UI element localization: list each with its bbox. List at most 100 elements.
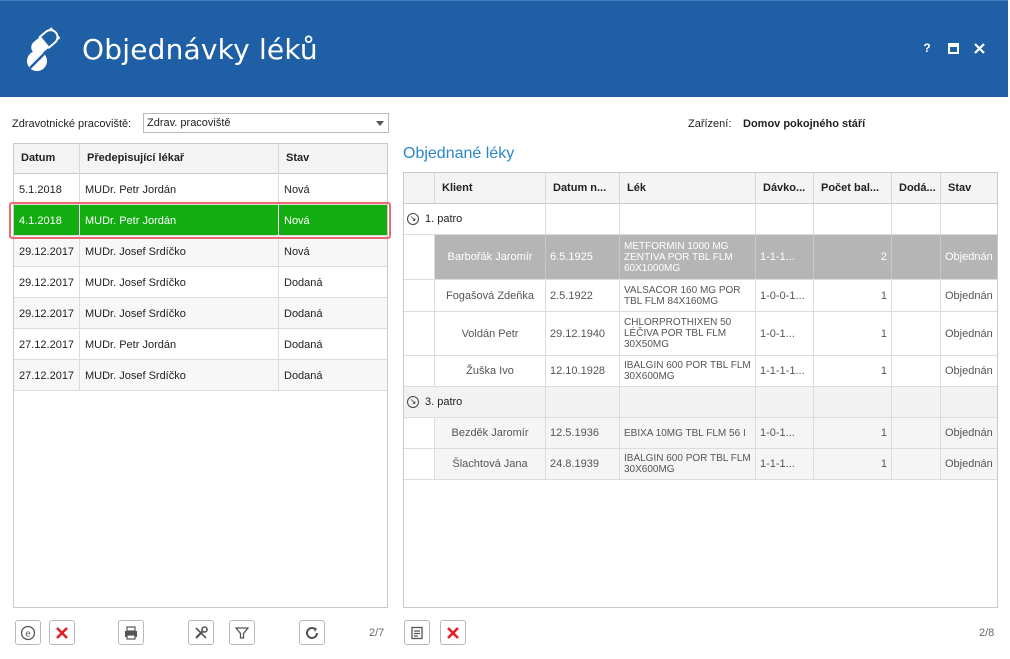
group-cell <box>814 387 892 417</box>
tools-icon <box>195 625 208 639</box>
pills-logo-icon <box>27 27 61 71</box>
collapse-icon[interactable]: ↘ <box>407 213 419 225</box>
close-button[interactable] <box>972 41 986 55</box>
column-header-lekar[interactable]: Předepisující lékař <box>80 144 279 174</box>
group-row[interactable]: ↘ 1. patro <box>404 204 997 235</box>
group-cell <box>892 387 941 417</box>
cell-status: Dodaná <box>284 370 323 382</box>
group-label[interactable]: ↘ 3. patro <box>404 387 546 417</box>
table-row[interactable]: 29.12.2017 MUDr. Josef Srdíčko Dodaná <box>14 267 387 298</box>
cell-dose: 1-1-1... <box>756 449 814 479</box>
column-header-stav[interactable]: Stav <box>941 173 997 204</box>
cell-delivered <box>892 235 941 279</box>
cell-date: 29.12.2017 <box>14 236 80 266</box>
column-header-indent <box>404 173 435 204</box>
maximize-button[interactable] <box>946 41 960 55</box>
cell-delivered <box>892 449 941 479</box>
table-row-highlighted[interactable]: Barbořák Jaromír 6.5.1925 METFORMIN 1000… <box>404 235 997 280</box>
column-header-pocet-baleni[interactable]: Počet bal... <box>814 173 892 204</box>
column-header-stav[interactable]: Stav <box>279 144 387 174</box>
cell-status: Dodaná <box>284 339 323 351</box>
cell-birthdate: 29.12.1940 <box>546 312 620 355</box>
cell-doctor: MUDr. Josef Srdíčko <box>80 298 279 328</box>
group-row[interactable]: ↘ 3. patro <box>404 387 997 418</box>
cell-count: 2 <box>814 235 892 279</box>
cell-status: Objednán <box>945 289 993 302</box>
detail-button[interactable] <box>404 620 430 645</box>
cell-doctor: MUDr. Petr Jordán <box>80 329 279 359</box>
cell-count: 1 <box>814 418 892 448</box>
group-cell <box>620 204 756 234</box>
cell-client: Žuška Ivo <box>435 356 546 386</box>
column-header-klient[interactable]: Klient <box>435 173 546 204</box>
chevron-down-icon[interactable] <box>376 121 384 126</box>
pracoviste-select[interactable]: Zdrav. pracoviště <box>143 113 389 133</box>
cell-count: 1 <box>814 449 892 479</box>
cell-date: 29.12.2017 <box>14 298 80 328</box>
filter-button[interactable] <box>229 620 255 645</box>
group-cell <box>546 204 620 234</box>
column-header-dodano[interactable]: Dodá... <box>892 173 941 204</box>
cell-status: Nová <box>284 215 310 227</box>
indent-cell <box>404 356 435 386</box>
pracoviste-select-value: Zdrav. pracoviště <box>147 117 231 129</box>
cell-status: Objednán <box>945 365 993 377</box>
ordered-drugs-grid: Klient Datum n... Lék Dávko... Počet bal… <box>403 172 998 608</box>
indent-cell <box>404 280 435 311</box>
group-cell <box>756 204 814 234</box>
indent-cell <box>404 312 435 355</box>
column-header-davkovani[interactable]: Dávko... <box>756 173 814 204</box>
cell-drug: VALSACOR 160 MG POR TBL FLM 84X160MG <box>620 280 756 311</box>
cell-client: Šlachtová Jana <box>435 449 546 479</box>
ordered-grid-header: Klient Datum n... Lék Dávko... Počet bal… <box>404 173 997 204</box>
group-cell <box>941 387 997 417</box>
table-row[interactable]: Žuška Ivo 12.10.1928 IBALGIN 600 POR TBL… <box>404 356 997 387</box>
table-row[interactable]: Voldán Petr 29.12.1940 CHLORPROTHIXEN 50… <box>404 312 997 356</box>
table-row[interactable]: 29.12.2017 MUDr. Josef Srdíčko Dodaná <box>14 298 387 329</box>
edit-button[interactable]: e <box>15 620 41 645</box>
filter-icon <box>235 626 249 639</box>
cell-status: Objednán <box>945 458 993 470</box>
table-row[interactable]: 29.12.2017 MUDr. Josef Srdíčko Nová <box>14 236 387 267</box>
cell-client: Voldán Petr <box>435 312 546 355</box>
table-row[interactable]: Fogašová Zdeňka 2.5.1922 VALSACOR 160 MG… <box>404 280 997 312</box>
cell-drug: IBALGIN 600 POR TBL FLM 30X600MG <box>620 356 756 386</box>
indent-cell <box>404 418 435 448</box>
delete-drug-button[interactable] <box>440 620 466 645</box>
cell-count: 1 <box>814 356 892 386</box>
group-label[interactable]: ↘ 1. patro <box>404 204 546 234</box>
column-header-lek[interactable]: Lék <box>620 173 756 204</box>
table-row[interactable]: Bezděk Jaromír 12.5.1936 EBIXA 10MG TBL … <box>404 418 997 449</box>
table-row-selected[interactable]: 4.1.2018 MUDr. Petr Jordán Nová <box>14 205 387 236</box>
collapse-icon[interactable]: ↘ <box>407 396 419 408</box>
help-button[interactable]: ? <box>920 41 934 55</box>
ordered-drugs-title: Objednané léky <box>403 145 515 162</box>
tools-button[interactable] <box>188 620 214 645</box>
cell-delivered <box>892 312 941 355</box>
cell-dose: 1-1-1... <box>756 235 814 279</box>
table-row[interactable]: Šlachtová Jana 24.8.1939 IBALGIN 600 POR… <box>404 449 997 480</box>
table-row[interactable]: 27.12.2017 MUDr. Josef Srdíčko Dodaná <box>14 360 387 391</box>
cell-doctor: MUDr. Josef Srdíčko <box>80 360 279 390</box>
form-icon <box>411 626 423 639</box>
group-cell <box>892 204 941 234</box>
column-header-datum-narozeni[interactable]: Datum n... <box>546 173 620 204</box>
cell-doctor: MUDr. Petr Jordán <box>80 205 279 235</box>
cell-delivered <box>892 418 941 448</box>
print-button[interactable] <box>118 620 144 645</box>
column-header-datum[interactable]: Datum <box>14 144 80 174</box>
refresh-button[interactable] <box>299 620 325 645</box>
delete-button[interactable] <box>49 620 75 645</box>
orders-grid: Datum Předepisující lékař Stav 5.1.2018 … <box>13 143 388 608</box>
cell-count: 1 <box>814 280 892 311</box>
table-row[interactable]: 5.1.2018 MUDr. Petr Jordán Nová <box>14 174 387 205</box>
cell-birthdate: 2.5.1922 <box>546 280 620 311</box>
cell-count: 1 <box>814 312 892 355</box>
table-row[interactable]: 27.12.2017 MUDr. Petr Jordán Dodaná <box>14 329 387 360</box>
cell-doctor: MUDr. Josef Srdíčko <box>80 267 279 297</box>
delete-icon <box>447 626 459 639</box>
app-header: Objednávky léků ? <box>0 0 1008 97</box>
cell-delivered <box>892 356 941 386</box>
group-cell <box>620 387 756 417</box>
cell-date: 27.12.2017 <box>14 329 80 359</box>
